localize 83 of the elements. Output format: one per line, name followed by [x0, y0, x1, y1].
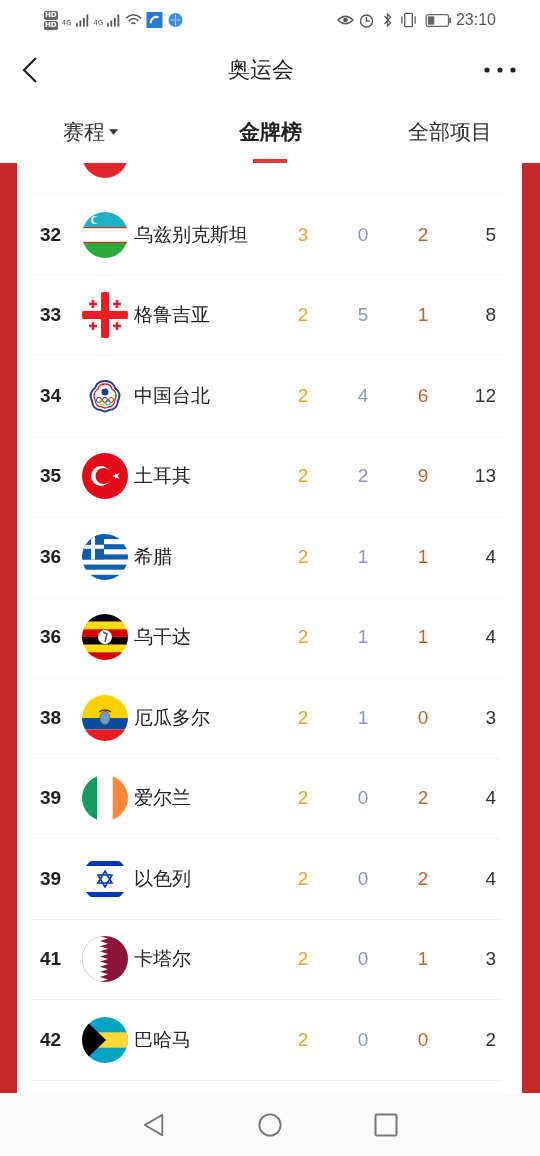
- total-count: 4: [484, 545, 497, 568]
- rank-number: 34: [39, 384, 63, 407]
- page-title: 奥运会: [228, 56, 294, 84]
- medal-count: 0: [356, 223, 370, 246]
- signal-icon: [107, 13, 122, 27]
- medal-count: 2: [416, 223, 430, 246]
- country-name: 土耳其: [134, 463, 192, 489]
- clock-time: 23:10: [455, 11, 496, 29]
- total-count: 8: [484, 304, 497, 327]
- medal-count: 3: [296, 223, 310, 246]
- globe-icon: [167, 12, 185, 28]
- country-name: 中国台北: [134, 382, 211, 408]
- medal-count: 1: [356, 706, 370, 729]
- country-name: 爱尔兰: [134, 785, 192, 811]
- total-count: 2: [484, 1028, 497, 1051]
- medal-count: 1: [356, 626, 370, 649]
- medal-count: 0: [416, 1028, 430, 1051]
- medal-count: 2: [416, 787, 430, 810]
- rank-number: 36: [39, 545, 63, 568]
- country-name: 卡塔尔: [134, 946, 192, 972]
- total-count: 12: [473, 384, 497, 407]
- total-count: 3: [484, 706, 497, 729]
- rank-number: 42: [39, 1028, 63, 1051]
- medal-count: 6: [416, 384, 430, 407]
- vibrate-icon: [399, 12, 417, 28]
- total-count: 5: [484, 223, 497, 246]
- medal-count: 0: [356, 1028, 370, 1051]
- rank-number: 36: [39, 626, 63, 649]
- rank-number: 39: [39, 867, 63, 890]
- medal-count: 0: [356, 787, 370, 810]
- medal-count: 5: [356, 304, 370, 327]
- total-count: 4: [484, 867, 497, 890]
- tab-indicator: [253, 159, 287, 163]
- medal-count: 2: [356, 465, 370, 488]
- medal-count: 0: [416, 706, 430, 729]
- medal-count: 4: [356, 384, 370, 407]
- medal-count: 1: [356, 545, 370, 568]
- rank-number: 33: [39, 304, 63, 327]
- medal-count: 2: [296, 948, 310, 971]
- country-name: 乌兹别克斯坦: [134, 221, 249, 247]
- medal-count: 1: [416, 304, 430, 327]
- recent-apps-icon[interactable]: [374, 1112, 398, 1137]
- country-name: 巴哈马: [134, 1026, 192, 1052]
- rank-number: 38: [39, 706, 63, 729]
- medal-count: 2: [296, 304, 310, 327]
- rank-number: 39: [39, 787, 63, 810]
- total-count: 4: [484, 626, 497, 649]
- medal-count: 9: [416, 465, 430, 488]
- medal-count: 2: [296, 867, 310, 890]
- medal-count: 1: [416, 545, 430, 568]
- tab[interactable]: 金牌榜: [238, 118, 302, 146]
- medal-count: 2: [296, 1028, 310, 1051]
- country-name: 希腊: [134, 543, 173, 569]
- medal-count: 2: [296, 787, 310, 810]
- country-name: 乌干达: [134, 624, 192, 650]
- medal-count: 0: [356, 867, 370, 890]
- rank-number: 32: [39, 223, 63, 246]
- rank-number: 35: [39, 465, 63, 488]
- medal-count: 2: [296, 706, 310, 729]
- medal-count: 2: [296, 384, 310, 407]
- medal-count: 0: [356, 948, 370, 971]
- total-count: 4: [484, 787, 497, 810]
- back-icon[interactable]: [22, 56, 38, 84]
- alarm-icon: [357, 12, 375, 28]
- tab[interactable]: 全部项目: [408, 118, 492, 146]
- medal-count: 1: [416, 948, 430, 971]
- total-count: 3: [484, 948, 497, 971]
- medal-count: 2: [296, 545, 310, 568]
- signal-icon: [75, 13, 90, 27]
- medal-count: 2: [296, 465, 310, 488]
- app-icon: [146, 12, 164, 28]
- tab[interactable]: 赛程: [62, 118, 118, 146]
- medal-count: 2: [416, 867, 430, 890]
- more-icon[interactable]: [484, 67, 516, 73]
- country-name: 厄瓜多尔: [134, 704, 211, 730]
- battery-icon: [424, 13, 452, 27]
- home-icon[interactable]: [258, 1112, 282, 1137]
- rank-number: 41: [39, 948, 63, 971]
- medal-count: 1: [416, 626, 430, 649]
- medal-count: 2: [296, 626, 310, 649]
- country-name: 以色列: [134, 865, 192, 891]
- total-count: 13: [473, 465, 497, 488]
- country-name: 格鲁吉亚: [134, 302, 211, 328]
